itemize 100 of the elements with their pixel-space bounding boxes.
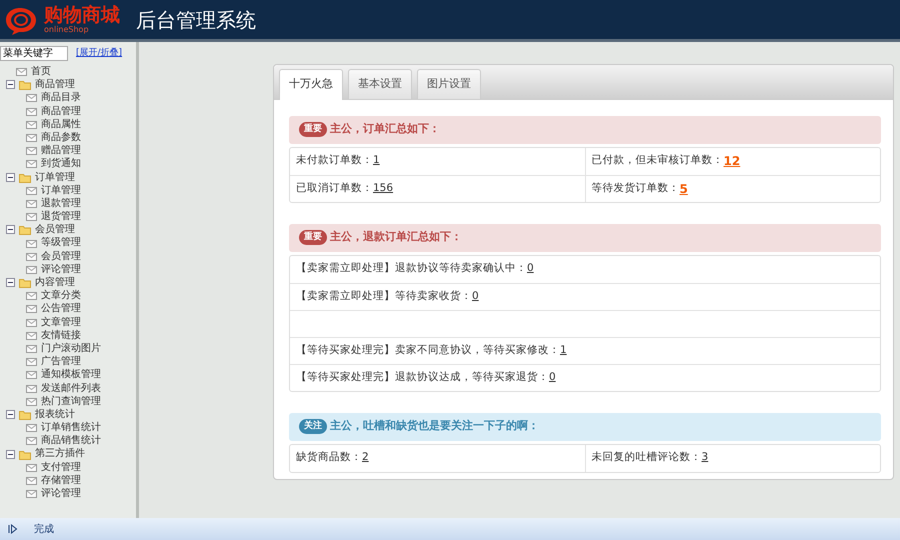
menu-item[interactable]: 商品属性 <box>41 118 81 131</box>
menu-item[interactable]: 订单销售统计 <box>41 421 101 434</box>
collapse-icon[interactable] <box>6 278 15 288</box>
page-icon <box>26 330 37 341</box>
menu-item[interactable]: 订单管理 <box>41 184 81 197</box>
logo-text: 购物商城 <box>44 5 120 25</box>
page-icon <box>26 238 37 249</box>
stat-label: 【等待买家处理完】退款协议达成，等待买家退货： <box>296 370 549 385</box>
collapse-icon[interactable] <box>6 172 15 182</box>
menu-item[interactable]: 退款管理 <box>41 196 81 210</box>
stat-value-link[interactable]: 0 <box>549 370 556 386</box>
status-text: 完成 <box>34 522 54 536</box>
page-icon <box>26 145 37 156</box>
page-icon <box>26 132 37 144</box>
menu-item[interactable]: 门户滚动图片 <box>41 342 101 356</box>
menu-item[interactable]: 存储管理 <box>41 474 81 488</box>
page-icon <box>26 106 37 117</box>
page-icon <box>26 198 37 209</box>
label-tag: 重要 <box>299 230 327 246</box>
page-icon <box>26 488 37 500</box>
stat-value-link[interactable]: 1 <box>373 153 380 169</box>
menu-group[interactable]: 内容管理 <box>35 276 75 290</box>
page-icon <box>26 382 37 394</box>
expand-collapse-link[interactable]: [展开/折叠] <box>76 46 122 60</box>
label-tag: 重要 <box>299 122 327 138</box>
menu-item[interactable]: 热门查询管理 <box>41 394 101 408</box>
folder-icon <box>19 224 31 236</box>
page-icon <box>26 92 37 104</box>
page-icon <box>26 422 37 434</box>
stat-label: 未回复的吐槽评论数： <box>592 450 702 466</box>
page-icon <box>26 435 37 446</box>
menu-item[interactable]: 发送邮件列表 <box>41 382 101 395</box>
menu-item[interactable]: 友情链接 <box>41 328 81 342</box>
page-icon <box>26 264 37 275</box>
page-icon <box>26 118 37 130</box>
page-icon <box>26 184 37 196</box>
menu-item[interactable]: 支付管理 <box>41 460 81 474</box>
menu-item[interactable]: 退货管理 <box>41 210 81 224</box>
menu-item[interactable]: 赠品管理 <box>41 144 81 158</box>
menu-group[interactable]: 第三方插件 <box>35 447 85 461</box>
menu-item[interactable]: 会员管理 <box>41 250 81 263</box>
stat-label: 【卖家需立即处理】退款协议等待卖家确认中： <box>296 261 527 276</box>
page-icon <box>26 211 37 222</box>
stat-value-link[interactable]: 156 <box>373 180 394 196</box>
stat-value-link[interactable]: 2 <box>362 450 369 466</box>
collapse-icon[interactable] <box>6 225 15 234</box>
folder-icon <box>19 277 31 288</box>
menu-group[interactable]: 报表统计 <box>35 408 75 422</box>
collapse-icon[interactable] <box>6 410 15 419</box>
menu-item[interactable]: 等级管理 <box>41 236 81 250</box>
stat-label: 等待发货订单数： <box>592 180 680 196</box>
stat-label: 已付款，但未审核订单数： <box>592 153 724 168</box>
menu-item[interactable]: 商品管理 <box>41 104 81 118</box>
label-tag: 关注 <box>299 418 327 434</box>
menu-item[interactable]: 文章分类 <box>41 289 81 302</box>
menu-item[interactable]: 商品销售统计 <box>41 434 101 448</box>
stat-value-link[interactable]: 0 <box>527 261 534 277</box>
folder-icon <box>19 79 31 90</box>
page-icon <box>26 303 37 314</box>
page-icon <box>26 290 37 302</box>
page-icon <box>26 250 37 262</box>
stat-value-link[interactable]: 0 <box>472 288 479 304</box>
tab[interactable]: 十万火急 <box>279 69 343 100</box>
section-title: 主公，订单汇总如下： <box>330 121 440 138</box>
tab[interactable]: 图片设置 <box>417 69 481 98</box>
page-icon <box>26 396 37 407</box>
menu-item[interactable]: 首页 <box>31 65 51 78</box>
menu-item[interactable]: 文章管理 <box>41 316 81 329</box>
folder-icon <box>19 172 31 183</box>
page-icon <box>26 158 37 170</box>
menu-group[interactable]: 会员管理 <box>35 223 75 236</box>
stat-value-link[interactable]: 3 <box>702 450 708 466</box>
page-icon <box>26 356 37 368</box>
page-icon <box>16 66 27 78</box>
menu-item[interactable]: 到货通知 <box>41 157 81 171</box>
section-title: 主公，退款订单汇总如下： <box>330 229 462 246</box>
section-title: 主公，吐槽和缺货也是要关注一下子的啊： <box>330 418 539 434</box>
menu-item[interactable]: 商品目录 <box>41 91 81 105</box>
menu-group[interactable]: 订单管理 <box>35 170 75 184</box>
search-field[interactable]: 菜单关键字 <box>0 46 68 61</box>
collapse-icon[interactable] <box>6 80 15 90</box>
menu-item[interactable]: 通知模板管理 <box>41 368 101 382</box>
logo-subtext: onlineShop <box>44 25 90 34</box>
stat-value-link[interactable]: 1 <box>560 342 567 358</box>
app-title: 后台管理系统 <box>136 6 256 34</box>
menu-item[interactable]: 商品参数 <box>41 130 81 144</box>
collapse-icon[interactable] <box>6 450 15 459</box>
menu-item[interactable]: 公告管理 <box>41 302 81 316</box>
menu-item[interactable]: 评论管理 <box>41 262 81 276</box>
page-icon <box>26 474 37 486</box>
stat-label: 未付款订单数： <box>296 153 373 168</box>
stat-label: 【等待买家处理完】卖家不同意协议，等待买家修改： <box>296 342 560 358</box>
folder-icon <box>19 448 31 460</box>
menu-group[interactable]: 商品管理 <box>35 78 75 92</box>
stat-label: 【卖家需立即处理】等待卖家收货： <box>296 288 472 304</box>
tab[interactable]: 基本设置 <box>348 69 412 98</box>
page-icon <box>26 316 37 328</box>
page-icon <box>26 343 37 354</box>
menu-item[interactable]: 广告管理 <box>41 355 81 368</box>
menu-item[interactable]: 评论管理 <box>41 487 81 500</box>
